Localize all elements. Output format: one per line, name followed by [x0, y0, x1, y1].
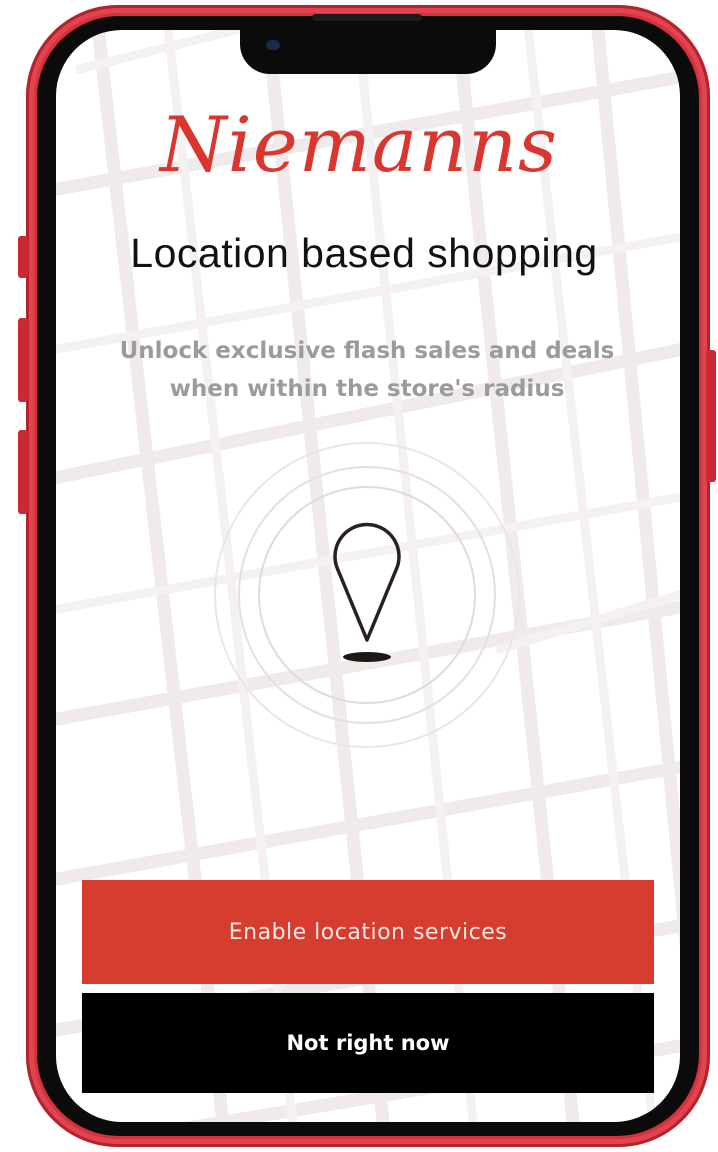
volume-down-button	[18, 430, 28, 514]
not-right-now-button[interactable]: Not right now	[82, 993, 654, 1093]
power-button	[706, 350, 716, 482]
enable-location-button[interactable]: Enable location services	[82, 880, 654, 984]
volume-up-button	[18, 318, 28, 402]
phone-mockup: Niemanns Location based shopping Unlock …	[0, 0, 718, 1152]
location-radius-illustration	[214, 442, 520, 748]
notch	[240, 30, 496, 74]
middle-radius-ring	[238, 466, 496, 724]
inner-radius-ring	[258, 486, 476, 704]
earpiece-speaker	[312, 14, 422, 21]
outer-radius-ring	[214, 442, 520, 748]
brand-logo: Niemanns	[159, 100, 559, 189]
onboarding-description: Unlock exclusive flash sales and deals w…	[119, 338, 615, 402]
front-camera	[266, 40, 280, 50]
onboarding-title: Location based shopping	[130, 230, 598, 276]
map-pin-icon	[333, 522, 401, 662]
